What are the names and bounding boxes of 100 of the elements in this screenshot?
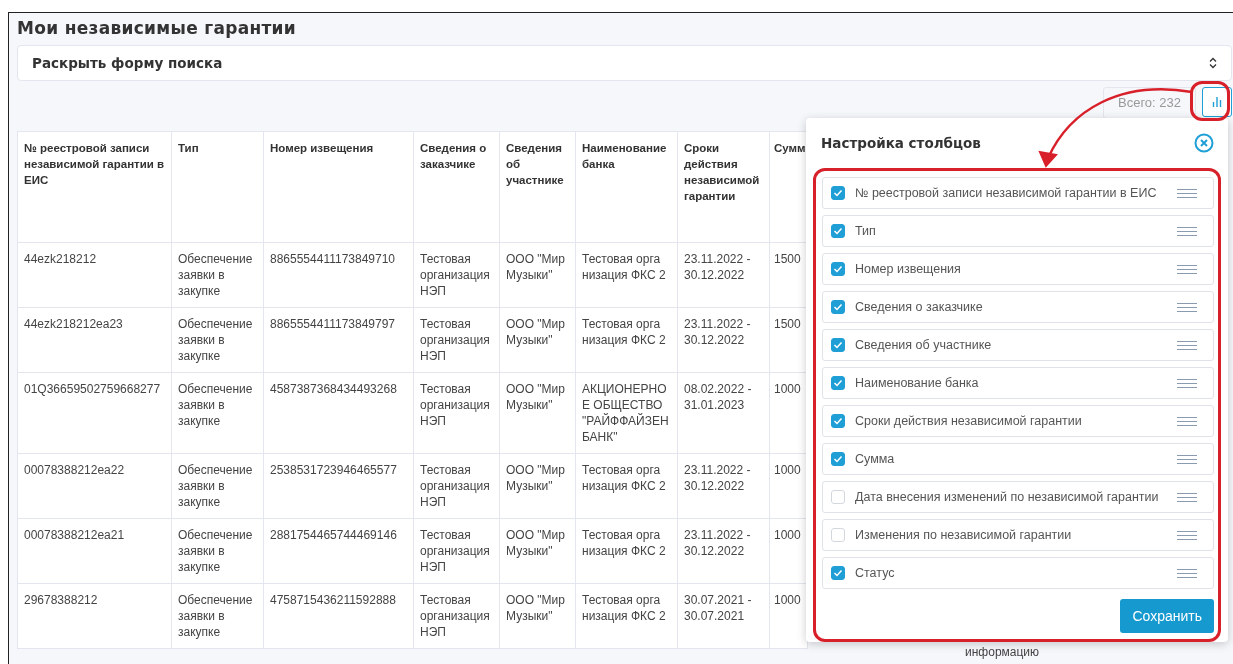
- drag-handle-icon[interactable]: [1177, 530, 1197, 540]
- drag-handle-icon[interactable]: [1177, 226, 1197, 236]
- table-cell: Обеспечение заявки в закупке: [171, 372, 264, 454]
- table-cell: 2538531723946465577: [263, 453, 414, 519]
- checkbox[interactable]: [831, 414, 845, 428]
- table-cell: информацию: [965, 645, 1040, 659]
- column-option[interactable]: Сумма: [822, 443, 1214, 475]
- checkmark-icon: [833, 455, 843, 463]
- table-cell: 08.02.2022 - 31.01.2023: [677, 372, 770, 454]
- drag-handle-icon[interactable]: [1177, 378, 1197, 388]
- table-cell: Тестовая орга низация ФКС 2: [575, 518, 678, 584]
- checkbox[interactable]: [831, 300, 845, 314]
- table-cell: Обеспечение заявки в закупке: [171, 453, 264, 519]
- table-cell: 2881754465744469146: [263, 518, 414, 584]
- drag-handle-icon[interactable]: [1177, 188, 1197, 198]
- table-cell: ООО "Мир Музыки": [499, 242, 576, 308]
- table-cell: 8865554411173849710: [263, 242, 414, 308]
- checkmark-icon: [833, 569, 843, 577]
- checkmark-icon: [833, 265, 843, 273]
- table-cell: Тестовая организация НЭП: [413, 372, 500, 454]
- table-cell: АКЦИОНЕРНО Е ОБЩЕСТВО "РАЙФФАЙЗЕН БАНК": [575, 372, 678, 454]
- panel-title: Настройка столбцов: [821, 135, 981, 151]
- table-cell: Тестовая организация НЭП: [413, 242, 500, 308]
- option-label: Тип: [855, 224, 877, 238]
- table-cell: 8865554411173849797: [263, 307, 414, 373]
- table-cell: ООО "Мир Музыки": [499, 307, 576, 373]
- table-cell: 29678388212: [17, 583, 172, 649]
- table-cell: 00078388212ea22: [17, 453, 172, 519]
- column-settings-button[interactable]: [1202, 87, 1232, 117]
- option-label: Сведения о заказчике: [855, 300, 984, 314]
- table-cell: 4587387368434493268: [263, 372, 414, 454]
- table-cell: 4758715436211592888: [263, 583, 414, 649]
- option-label: Дата внесения изменений по независимой гарантии: [855, 490, 1160, 504]
- table-cell: Тестовая орга низация ФКС 2: [575, 583, 678, 649]
- column-header: № реестровой записи независимой гарантии в ЕИС: [17, 131, 172, 243]
- drag-handle-icon[interactable]: [1177, 492, 1197, 502]
- column-option[interactable]: Номер извещения: [822, 253, 1214, 285]
- table-cell: Тестовая орга низация ФКС 2: [575, 242, 678, 308]
- table-cell: Обеспечение заявки в закупке: [171, 242, 264, 308]
- column-option[interactable]: Сроки действия независимой гарантии: [822, 405, 1214, 437]
- table-cell: 23.11.2022 - 30.12.2022: [677, 242, 770, 308]
- table-cell: 44ezk218212: [17, 242, 172, 308]
- total-count: Всего: 232: [1103, 87, 1196, 119]
- table-cell: Тестовая организация НЭП: [413, 307, 500, 373]
- close-button[interactable]: [1194, 133, 1214, 153]
- option-label: Сумма: [855, 452, 896, 466]
- checkmark-icon: [833, 303, 843, 311]
- column-option[interactable]: Статус: [822, 557, 1214, 589]
- search-form-toggle[interactable]: Раскрыть форму поиска: [17, 45, 1232, 81]
- column-option[interactable]: Сведения о заказчике: [822, 291, 1214, 323]
- page-title: Мои независимые гарантии: [17, 18, 298, 38]
- option-label: Номер извещения: [855, 262, 962, 276]
- table-cell: 23.11.2022 - 30.12.2022: [677, 307, 770, 373]
- table-cell: Тестовая организация НЭП: [413, 583, 500, 649]
- column-header: Сведения о заказчике: [413, 131, 500, 243]
- checkmark-icon: [833, 417, 843, 425]
- option-label: № реестровой записи независимой гарантии в ЕИС: [855, 186, 1158, 200]
- column-option[interactable]: № реестровой записи независимой гарантии в ЕИС: [822, 177, 1214, 209]
- option-label: Наименование банка: [855, 376, 980, 390]
- sort-arrows-icon: [1209, 57, 1217, 69]
- checkmark-icon: [833, 227, 843, 235]
- checkmark-icon: [833, 341, 843, 349]
- checkbox[interactable]: [831, 224, 845, 238]
- drag-handle-icon[interactable]: [1177, 340, 1197, 350]
- checkbox[interactable]: [831, 376, 845, 390]
- column-option[interactable]: Наименование банка: [822, 367, 1214, 399]
- checkbox[interactable]: [831, 338, 845, 352]
- column-option[interactable]: Дата внесения изменений по независимой гарантии: [822, 481, 1214, 513]
- checkbox[interactable]: [831, 452, 845, 466]
- column-header: Сведения об участнике: [499, 131, 576, 243]
- checkmark-icon: [833, 379, 843, 387]
- table-cell: Тестовая орга низация ФКС 2: [575, 453, 678, 519]
- table-cell: ООО "Мир Музыки": [499, 583, 576, 649]
- drag-handle-icon[interactable]: [1177, 264, 1197, 274]
- column-header: Номер извещения: [263, 131, 414, 243]
- table-cell: Тестовая организация НЭП: [413, 453, 500, 519]
- table-cell: Обеспечение заявки в закупке: [171, 307, 264, 373]
- drag-handle-icon[interactable]: [1177, 454, 1197, 464]
- option-label: Изменения по независимой гарантии: [855, 528, 1073, 542]
- table-cell: 44ezk218212ea23: [17, 307, 172, 373]
- column-option[interactable]: Сведения об участнике: [822, 329, 1214, 361]
- checkbox[interactable]: [831, 566, 845, 580]
- table-cell: 01Q36659502759668277: [17, 372, 172, 454]
- table-cell: 00078388212ea21: [17, 518, 172, 584]
- table-cell: ООО "Мир Музыки": [499, 518, 576, 584]
- column-header: Тип: [171, 131, 264, 243]
- drag-handle-icon[interactable]: [1177, 416, 1197, 426]
- table-cell: 30.07.2021 - 30.07.2021: [677, 583, 770, 649]
- column-option[interactable]: Тип: [822, 215, 1214, 247]
- checkbox[interactable]: [831, 186, 845, 200]
- column-option[interactable]: Изменения по независимой гарантии: [822, 519, 1214, 551]
- table-cell: 23.11.2022 - 30.12.2022: [677, 518, 770, 584]
- table-cell: Тестовая орга низация ФКС 2: [575, 307, 678, 373]
- checkbox[interactable]: [831, 262, 845, 276]
- table-cell: Тестовая организация НЭП: [413, 518, 500, 584]
- drag-handle-icon[interactable]: [1177, 568, 1197, 578]
- column-header: Наименование банка: [575, 131, 678, 243]
- table-cell: ООО "Мир Музыки": [499, 372, 576, 454]
- table-cell: Обеспечение заявки в закупке: [171, 583, 264, 649]
- drag-handle-icon[interactable]: [1177, 302, 1197, 312]
